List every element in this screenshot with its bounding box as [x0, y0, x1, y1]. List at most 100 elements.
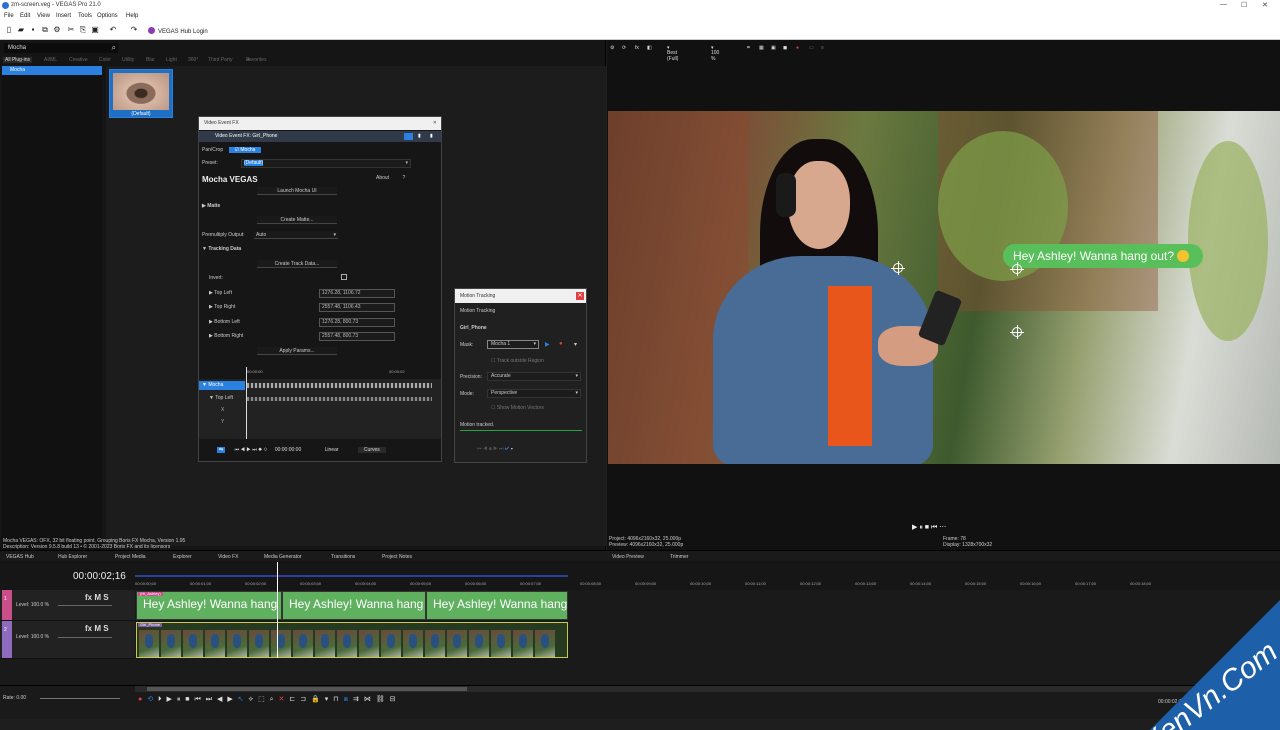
chat-bubble-overlay[interactable]: Hey Ashley! Wanna hang out? — [1003, 244, 1203, 268]
text-clip[interactable]: (Hi_Ashley) Hey Ashley! Wanna hang — [136, 591, 282, 620]
invert-checkbox[interactable] — [341, 274, 347, 280]
preview-fx-icon[interactable]: fx — [635, 45, 639, 51]
curves-button[interactable]: Curves — [357, 447, 386, 453]
record-icon[interactable]: ● — [138, 696, 142, 703]
menu-file[interactable]: File — [4, 13, 14, 19]
preview-quality-dropdown[interactable]: Best (Full) ▾ — [667, 45, 678, 62]
matte-section[interactable]: ▶ Matte — [202, 203, 220, 209]
hub-login-button[interactable]: VEGAS Hub Login — [148, 27, 208, 35]
prev-keyframe-icon[interactable]: ◀ — [241, 447, 245, 453]
launch-mocha-button[interactable]: Launch Mocha UI — [257, 187, 337, 195]
play-icon[interactable]: ▶ — [912, 524, 917, 531]
snap-icon[interactable]: ⧈ — [344, 696, 348, 703]
tab-project-media[interactable]: Project Media — [115, 554, 146, 560]
prev-frame-icon[interactable]: ◀ — [217, 696, 222, 703]
external-monitor-icon[interactable]: ▭ — [809, 45, 814, 51]
first-keyframe-icon[interactable]: ⏮ — [235, 447, 240, 453]
go-end-icon[interactable]: ⏭ — [206, 696, 212, 703]
overlays-icon[interactable]: ⌗ — [747, 45, 750, 51]
crosshair-icon[interactable] — [1010, 262, 1024, 276]
fx-bypass-button[interactable] — [404, 133, 413, 140]
menu-insert[interactable]: Insert — [56, 13, 71, 19]
track-fx-mute-solo[interactable]: fx M S — [85, 593, 109, 602]
lock-icon[interactable]: 🔒 — [311, 696, 320, 703]
stop-icon[interactable]: ■ — [925, 524, 929, 531]
delete-icon[interactable]: ✕ — [279, 696, 285, 703]
tab-video-preview[interactable]: Video Preview — [612, 554, 644, 560]
tab-video-fx[interactable]: Video FX — [218, 554, 238, 560]
next-keyframe-icon[interactable]: ▶ — [246, 447, 250, 453]
track-record-icon[interactable]: ● — [559, 341, 563, 347]
tab-ai-ml[interactable]: AI/ML — [44, 57, 57, 63]
track-step-back-icon[interactable]: ◀ — [483, 446, 487, 452]
level-slider[interactable] — [58, 605, 112, 606]
top-right-field[interactable]: 2557.48, 1106.43 — [319, 303, 395, 312]
tab-third-party[interactable]: Third Party — [208, 57, 232, 63]
motion-close-icon[interactable]: ✕ — [576, 292, 584, 300]
bottom-left-field[interactable]: 1276.28, 800.73 — [319, 318, 395, 327]
track-outside-checkbox[interactable]: ☐ Track outside Region — [491, 358, 544, 364]
cursor-line[interactable] — [246, 367, 247, 439]
track-fx-mute-solo[interactable]: fx M S — [85, 624, 109, 633]
fx-remove-icon[interactable]: ▮ — [430, 131, 433, 142]
undo-icon[interactable]: ↶ — [109, 26, 117, 34]
timeline-ruler[interactable]: 00:00:00;00 00:00:01;00 00:00:02;00 00:0… — [135, 571, 1280, 590]
marker-icon[interactable]: ▾ — [325, 696, 329, 703]
selection-tool-icon[interactable]: ⬚ — [258, 696, 265, 703]
cut-icon[interactable]: ✂ — [67, 26, 75, 34]
play-from-start-icon[interactable]: ⏵ — [158, 696, 162, 703]
preset-thumbnail[interactable]: (Default) — [109, 69, 173, 118]
fx-close-icon[interactable]: ✕ — [433, 117, 437, 130]
video-clip[interactable]: Girl_Phone — [136, 622, 568, 658]
last-keyframe-icon[interactable]: ⏭ — [252, 447, 257, 453]
video-frame[interactable]: Hey Ashley! Wanna hang out? — [608, 111, 1280, 464]
tab-vegas-hub[interactable]: VEGAS Hub — [6, 554, 34, 560]
delete-keyframe-icon[interactable]: ◇ — [263, 447, 267, 453]
options-icon[interactable]: ▾ — [511, 446, 513, 452]
add-keyframe-icon[interactable]: ◆ — [258, 447, 262, 453]
create-matte-button[interactable]: Create Matte... — [257, 216, 337, 224]
pause-icon[interactable]: ⏸ — [177, 696, 181, 703]
prev-frame-icon[interactable]: ⏮ — [931, 524, 937, 531]
tab-360[interactable]: 360° — [188, 57, 198, 63]
chain-pan-crop[interactable]: Pan/Crop — [202, 147, 223, 153]
maximize-button[interactable]: ☐ — [1241, 1, 1247, 9]
scrollbar-thumb[interactable] — [147, 687, 467, 691]
zoom-tool-icon[interactable]: ⌕ — [270, 696, 274, 703]
trim-icon[interactable]: ⊏ — [289, 696, 295, 703]
copy-snapshot-icon[interactable]: ▣ — [771, 45, 776, 51]
loop-icon[interactable]: ⟲ — [147, 696, 153, 703]
confirm-icon[interactable]: ✔ — [505, 446, 509, 452]
chain-mocha[interactable]: ☑ Mocha — [228, 147, 262, 153]
linear-dropdown[interactable]: Linear — [325, 447, 339, 453]
track-stop-icon[interactable]: ■ — [489, 446, 492, 452]
loop-region[interactable] — [135, 575, 568, 577]
sync-cursor-icon[interactable]: ⇆ — [217, 447, 226, 453]
show-motion-checkbox[interactable]: ☐ Show Motion Vectors — [491, 405, 544, 411]
create-track-data-button[interactable]: Create Track Data... — [257, 260, 337, 268]
next-frame-icon[interactable]: ▶ — [227, 696, 232, 703]
open-folder-icon[interactable]: ▰ — [17, 26, 25, 34]
track-step-forward-icon[interactable]: ▶ — [493, 446, 497, 452]
close-button[interactable]: ✕ — [1262, 1, 1268, 9]
pause-icon[interactable]: ⏸ — [919, 524, 923, 531]
topleft-keyframes[interactable] — [247, 397, 432, 401]
playhead[interactable] — [277, 562, 278, 658]
lock-envelopes-icon[interactable]: ⛓ — [376, 696, 385, 703]
menu-tools[interactable]: Tools — [78, 13, 92, 19]
render-icon[interactable]: ⧉ — [41, 26, 49, 34]
text-clip[interactable]: Hey Ashley! Wanna hang — [426, 591, 568, 620]
track-back-icon[interactable]: ⏮ — [477, 446, 482, 452]
track-header-2[interactable]: 2 Level: 100.0 % fx M S — [0, 621, 135, 659]
region-icon[interactable]: ⊓ — [333, 696, 338, 703]
stop-icon[interactable]: ■ — [185, 696, 189, 703]
split-icon[interactable]: ⊐ — [300, 696, 306, 703]
play-icon[interactable]: ▶ — [166, 696, 171, 703]
plugin-item-mocha[interactable]: Mocha — [2, 66, 102, 75]
tab-light[interactable]: Light — [166, 57, 177, 63]
mask-dropdown[interactable]: Mocha 1 ▾ — [487, 340, 539, 349]
tab-all-plugins[interactable]: All Plug-ins — [3, 57, 33, 63]
copy-icon[interactable]: ⎘ — [79, 26, 87, 34]
tab-project-notes[interactable]: Project Notes — [382, 554, 412, 560]
preview-refresh-icon[interactable]: ⟳ — [622, 45, 626, 51]
